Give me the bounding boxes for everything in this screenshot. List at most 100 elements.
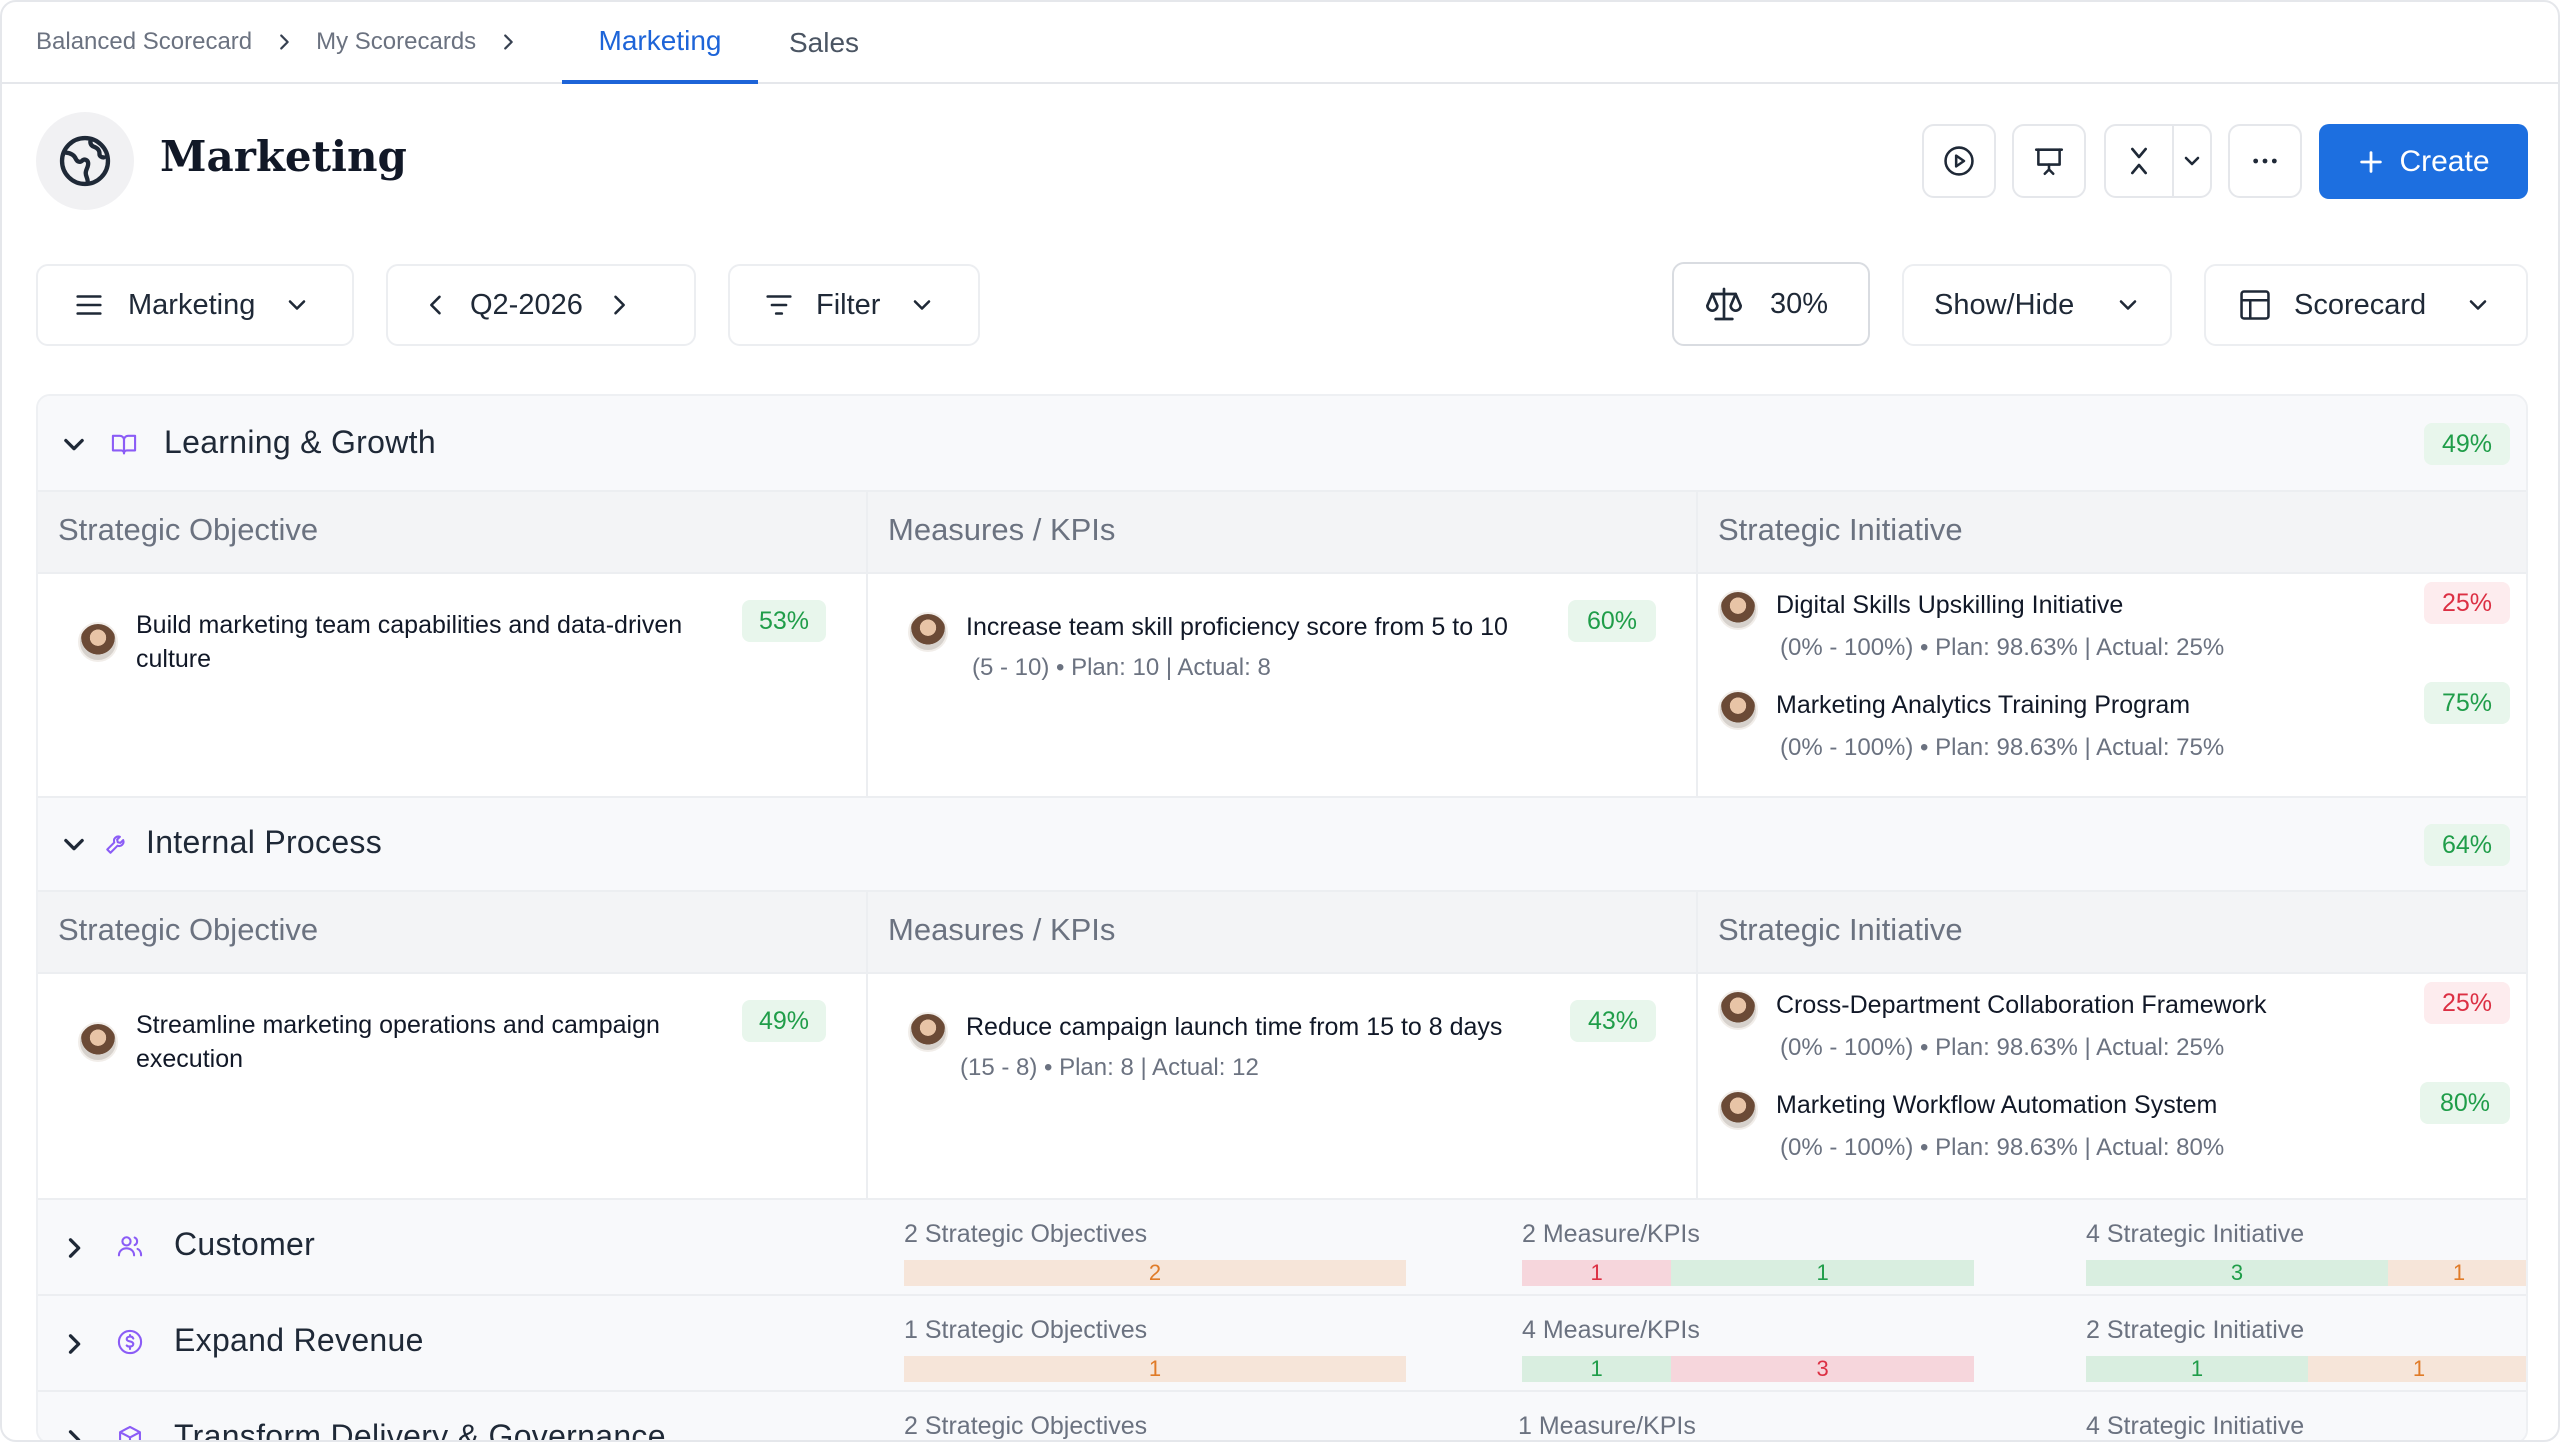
avatar — [908, 1012, 948, 1052]
initiative-score: 25% — [2424, 982, 2510, 1024]
chevron-right-icon — [252, 31, 316, 53]
tab-sales[interactable]: Sales — [772, 2, 876, 84]
perspective-title: Learning & Growth — [164, 424, 436, 460]
table-icon — [2240, 290, 2270, 320]
filter-button[interactable]: Filter — [728, 264, 980, 346]
chevron-down-icon — [2119, 300, 2137, 310]
presentation-icon — [2034, 148, 2064, 176]
column-header-initiative: Strategic Initiative — [1718, 512, 1963, 547]
perspective-title: Customer — [174, 1226, 316, 1262]
chevron-down-icon — [289, 300, 306, 310]
initiative-score: 25% — [2424, 582, 2510, 624]
perspective-header[interactable]: Learning & Growth 49% — [38, 396, 2526, 492]
column-divider — [1696, 892, 1698, 1200]
chevron-right-icon[interactable] — [60, 1234, 88, 1262]
breadcrumb: Balanced Scorecard My Scorecards Marketi… — [2, 2, 2558, 84]
initiative-detail: (0% - 100%) • Plan: 98.63% | Actual: 75% — [1780, 734, 2225, 761]
chevron-right-icon — [476, 31, 540, 53]
create-button[interactable]: Create — [2319, 124, 2528, 199]
column-divider — [866, 492, 868, 798]
table-row: Streamline marketing operations and camp… — [38, 974, 2526, 1200]
scale-icon — [1706, 287, 1742, 321]
box-icon — [119, 1425, 141, 1440]
collapse-options-button[interactable] — [2174, 149, 2210, 173]
perspective-row-collapsed[interactable]: Transform Delivery & Governance 2 Strate… — [38, 1392, 2526, 1442]
play-button[interactable] — [1922, 124, 1996, 198]
avatar — [78, 1022, 118, 1062]
chevron-down-icon — [2184, 156, 2200, 166]
objectives-status-bar: 2 — [904, 1260, 1406, 1286]
show-hide-button[interactable]: Show/Hide — [1902, 264, 2172, 346]
collapse-all-button[interactable] — [2106, 126, 2174, 196]
weight-value: 30% — [1770, 287, 1829, 320]
objective-text[interactable]: Streamline marketing operations and camp… — [136, 1008, 696, 1076]
globe-icon — [59, 135, 111, 187]
previous-period-button[interactable] — [422, 291, 450, 319]
kpi-text[interactable]: Increase team skill proficiency score fr… — [966, 610, 1526, 644]
kpi-detail: (5 - 10) • Plan: 10 | Actual: 8 — [972, 654, 1271, 681]
next-period-button[interactable] — [605, 291, 633, 319]
breadcrumb-balanced-scorecard[interactable]: Balanced Scorecard — [36, 28, 252, 56]
chevron-right-icon[interactable] — [60, 1330, 88, 1358]
filter-icon — [766, 295, 792, 315]
wrench-icon — [106, 835, 125, 854]
avatar — [1718, 590, 1758, 630]
kpi-text[interactable]: Reduce campaign launch time from 15 to 8… — [966, 1010, 1526, 1044]
kpi-score: 43% — [1570, 1000, 1656, 1042]
scorecard-select[interactable]: Marketing — [36, 264, 354, 346]
initiative-score: 80% — [2420, 1082, 2510, 1124]
breadcrumb-my-scorecards[interactable]: My Scorecards — [316, 28, 476, 56]
kpi-detail: (15 - 8) • Plan: 8 | Actual: 12 — [960, 1054, 1259, 1081]
perspective-row-collapsed[interactable]: Customer 2 Strategic Objectives 2 2 Meas… — [38, 1200, 2526, 1296]
more-button[interactable] — [2228, 124, 2302, 198]
status-segment: 1 — [2086, 1356, 2308, 1382]
chevron-down-icon[interactable] — [60, 430, 88, 458]
tab-marketing[interactable]: Marketing — [562, 2, 758, 84]
initiative-name[interactable]: Marketing Workflow Automation System — [1776, 1088, 2217, 1122]
column-header-measures: Measures / KPIs — [888, 912, 1116, 947]
perspective-score: 49% — [2424, 423, 2510, 465]
more-icon — [2253, 158, 2277, 164]
period-selector: Q2-2026 — [386, 264, 696, 346]
initiative-name[interactable]: Cross-Department Collaboration Framework — [1776, 988, 2266, 1022]
objectives-count: 1 Strategic Objectives — [904, 1316, 1148, 1344]
avatar — [1718, 990, 1758, 1030]
scorecard-table: Learning & Growth 49% Strategic Objectiv… — [36, 394, 2528, 1442]
view-select[interactable]: Scorecard — [2204, 264, 2528, 346]
objective-score: 53% — [742, 600, 826, 642]
users-icon — [117, 1236, 143, 1257]
initiatives-count: 4 Strategic Initiative — [2086, 1412, 2305, 1440]
perspective-row-collapsed[interactable]: Expand Revenue 1 Strategic Objectives 1 … — [38, 1296, 2526, 1392]
page-title: Marketing — [160, 132, 407, 181]
initiative-detail: (0% - 100%) • Plan: 98.63% | Actual: 25% — [1780, 634, 2225, 661]
initiative-detail: (0% - 100%) • Plan: 98.63% | Actual: 25% — [1780, 1034, 2225, 1061]
menu-icon — [76, 295, 102, 315]
status-segment: 1 — [1522, 1260, 1672, 1286]
table-row: Build marketing team capabilities and da… — [38, 574, 2526, 798]
initiative-name[interactable]: Marketing Analytics Training Program — [1776, 688, 2190, 722]
kpi-score: 60% — [1568, 600, 1656, 642]
weight-button[interactable]: 30% — [1672, 262, 1870, 346]
show-hide-label: Show/Hide — [1934, 288, 2075, 321]
objective-score: 49% — [742, 1000, 826, 1042]
measures-status-bar: 1 1 — [1522, 1260, 1974, 1286]
measures-count: 2 Measure/KPIs — [1522, 1220, 1700, 1248]
initiatives-status-bar: 1 1 — [2086, 1356, 2526, 1382]
perspective-header[interactable]: Internal Process 64% — [38, 798, 2526, 892]
collapse-icon — [2131, 147, 2147, 175]
chevron-down-icon — [914, 300, 931, 310]
chevron-left-icon — [430, 295, 441, 315]
plus-icon — [2360, 150, 2383, 173]
chevron-right-icon[interactable] — [60, 1426, 88, 1442]
filter-label: Filter — [816, 288, 881, 321]
present-button[interactable] — [2012, 124, 2086, 198]
status-segment: 1 — [2308, 1356, 2526, 1382]
scorecard-select-value: Marketing — [128, 288, 256, 321]
avatar — [908, 612, 948, 652]
collapse-split-button[interactable] — [2104, 124, 2212, 198]
chevron-down-icon[interactable] — [60, 830, 88, 858]
avatar — [78, 622, 118, 662]
objective-text[interactable]: Build marketing team capabilities and da… — [136, 608, 696, 676]
initiative-name[interactable]: Digital Skills Upskilling Initiative — [1776, 588, 2123, 622]
create-label: Create — [2399, 144, 2490, 178]
